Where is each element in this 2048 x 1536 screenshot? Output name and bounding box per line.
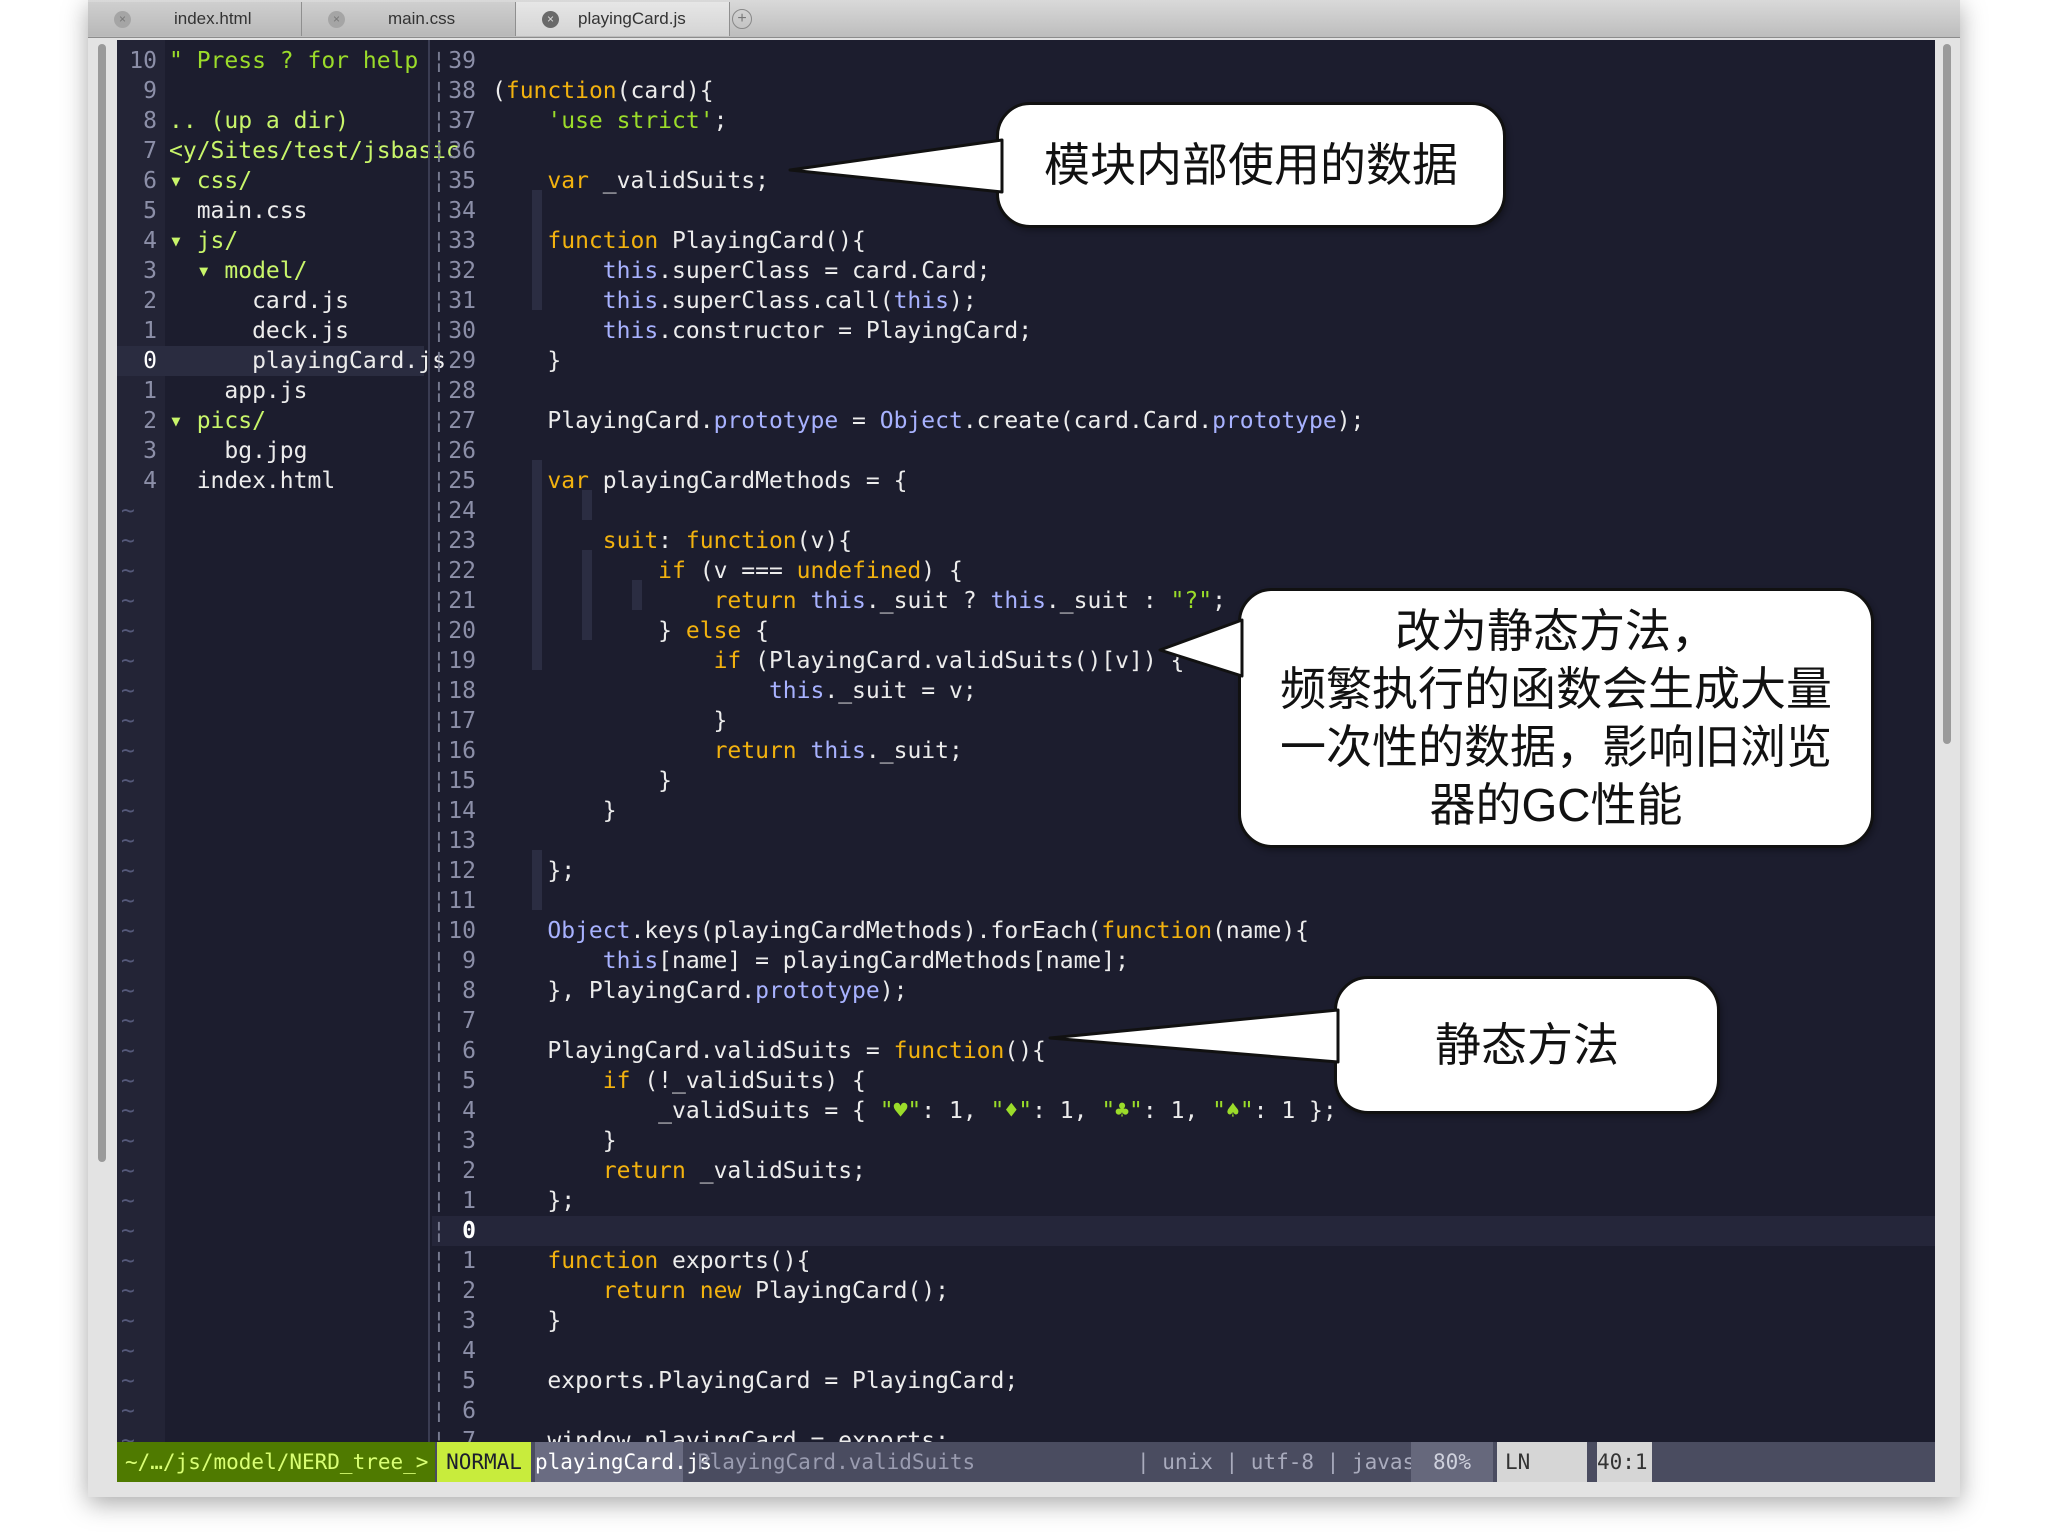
callout-pointers	[788, 138, 1340, 1064]
